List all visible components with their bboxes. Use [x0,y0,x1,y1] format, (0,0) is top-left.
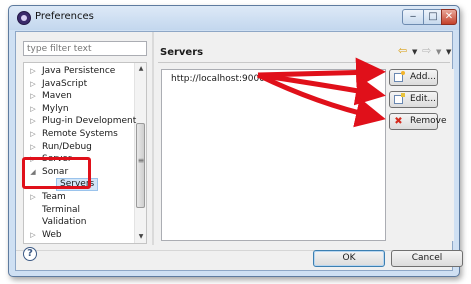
tree-item-label: Plug-in Development [42,116,137,127]
pane-divider[interactable] [152,32,154,245]
minimize-button[interactable]: ‒ [402,9,424,25]
ok-button[interactable]: OK [313,250,385,267]
scroll-up-icon[interactable]: ▲ [136,64,146,74]
servers-scrollbar[interactable] [443,69,454,241]
expand-icon[interactable]: ▷ [29,153,37,166]
list-item[interactable]: http://localhost:9000 [168,73,268,85]
back-icon[interactable]: ⇦ [398,44,407,57]
tree-item-label: Terminal [42,204,81,215]
expand-icon[interactable]: ▷ [29,229,37,242]
add-server-icon [394,71,405,82]
edit-label: Edit... [410,94,437,104]
tree-item-label: Team [42,192,66,202]
tree-item-label: Validation [42,217,87,228]
add-label: Add... [410,72,437,82]
header-separator [158,62,450,63]
filter-input[interactable] [23,41,147,56]
tree-item-label: Web [42,229,62,240]
help-icon[interactable]: ? [23,247,37,261]
expand-icon[interactable]: ▷ [29,103,37,116]
edit-button[interactable]: Edit... [389,91,438,108]
close-button[interactable]: ✕ [441,9,457,25]
view-menu-icon[interactable]: ▼ [446,48,451,56]
expand-icon[interactable]: ▷ [29,90,37,103]
remove-button[interactable]: ✖ Remove [389,113,447,130]
remove-icon: ✖ [394,116,403,127]
footer-separator [16,250,452,251]
add-button[interactable]: Add... [389,69,438,86]
preferences-window: Preferences ‒ □ ✕ ▲ ▼ ▷ Java Persistence ▷… [8,5,460,277]
tree-item-label: Server [42,154,72,165]
tree-scrollbar[interactable]: ▲ ▼ [134,63,146,243]
forward-menu-icon[interactable]: ▼ [436,48,441,56]
page-title: Servers [160,47,204,58]
forward-icon[interactable]: ⇨ [422,44,431,57]
scrollbar-thumb[interactable] [136,123,145,208]
title-bar[interactable]: Preferences ‒ □ ✕ [9,6,459,30]
tree-item-label: JavaScript [42,78,88,89]
tree-item-label: Sonar [42,166,69,177]
maximize-button[interactable]: □ [423,9,443,25]
expand-icon[interactable]: ▷ [29,65,37,78]
edit-server-icon [394,93,405,104]
collapse-icon[interactable]: ◢ [29,166,37,179]
dialog-body: ▲ ▼ ▷ Java Persistence ▷ JavaScript ▷ Maven ▷ M… [15,31,454,271]
remove-label: Remove [410,116,447,126]
tree-item-label: Servers [56,178,99,192]
expand-icon[interactable]: ▷ [29,128,37,141]
eclipse-icon [17,11,31,25]
expand-icon[interactable]: ▷ [29,78,37,91]
preferences-tree: ▲ ▼ ▷ Java Persistence ▷ JavaScript ▷ Maven ▷ M… [23,62,147,244]
window-title: Preferences [35,11,94,22]
tree-item-label: Maven [42,91,72,102]
expand-icon[interactable]: ▷ [29,191,37,204]
cancel-button[interactable]: Cancel [391,250,463,267]
back-menu-icon[interactable]: ▼ [412,48,417,56]
scroll-down-icon[interactable]: ▼ [136,232,146,242]
tree-item-label: Remote Systems [42,129,118,139]
tree-item-label: Run/Debug [42,141,92,152]
expand-icon[interactable]: ▷ [29,141,37,154]
servers-list[interactable]: http://localhost:9000 [161,69,386,241]
tree-item-label: Mylyn [42,103,69,114]
expand-icon[interactable]: ▷ [29,115,37,128]
tree-item-label: Java Persistence [42,66,116,76]
